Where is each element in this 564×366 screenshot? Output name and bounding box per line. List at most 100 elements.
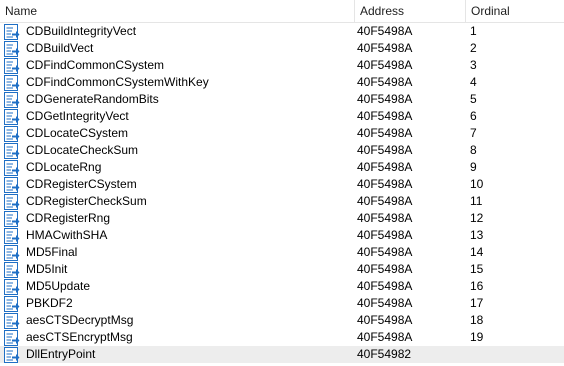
table-row[interactable]: CDRegisterCheckSum 40F5498A 11 xyxy=(0,193,564,210)
address-cell: 40F5498A xyxy=(357,160,413,174)
table-row[interactable]: CDLocateCheckSum 40F5498A 8 xyxy=(0,142,564,159)
function-name: CDBuildVect xyxy=(26,41,94,55)
export-function-icon xyxy=(4,74,20,91)
export-function-icon xyxy=(4,227,20,244)
table-row[interactable]: CDRegisterCSystem 40F5498A 10 xyxy=(0,176,564,193)
table-row[interactable]: aesCTSDecryptMsg 40F5498A 18 xyxy=(0,312,564,329)
name-cell: CDLocateCSystem xyxy=(0,125,355,142)
ordinal-cell: 4 xyxy=(470,75,477,89)
table-row[interactable]: CDRegisterRng 40F5498A 12 xyxy=(0,210,564,227)
name-cell: CDBuildVect xyxy=(0,40,355,57)
ordinal-cell xyxy=(466,346,564,363)
table-row[interactable]: HMACwithSHA 40F5498A 13 xyxy=(0,227,564,244)
export-function-icon xyxy=(4,210,20,227)
export-function-icon xyxy=(4,142,20,159)
address-cell: 40F5498A xyxy=(357,24,413,38)
name-cell: HMACwithSHA xyxy=(0,227,355,244)
name-cell: MD5Final xyxy=(0,244,355,261)
export-function-icon xyxy=(4,329,20,346)
ordinal-cell: 18 xyxy=(470,313,484,327)
ordinal-cell: 13 xyxy=(470,228,484,242)
name-cell: CDRegisterCheckSum xyxy=(0,193,355,210)
exports-list-view[interactable]: Name Address Ordinal CDBuildIntegrityVec… xyxy=(0,0,564,366)
address-cell: 40F5498A xyxy=(357,92,413,106)
address-cell: 40F5498A xyxy=(357,126,413,140)
table-row[interactable]: aesCTSEncryptMsg 40F5498A 19 xyxy=(0,329,564,346)
address-cell: 40F5498A xyxy=(357,194,413,208)
ordinal-cell: 19 xyxy=(470,330,484,344)
address-cell: 40F5498A xyxy=(357,228,413,242)
name-cell: CDRegisterRng xyxy=(0,210,355,227)
address-cell: 40F5498A xyxy=(357,296,413,310)
address-cell: 40F54982 xyxy=(357,347,412,361)
ordinal-cell: 8 xyxy=(470,143,477,157)
name-cell: aesCTSDecryptMsg xyxy=(0,312,355,329)
column-header: Name Address Ordinal xyxy=(0,0,564,23)
name-cell: CDFindCommonCSystemWithKey xyxy=(0,74,355,91)
address-cell: 40F5498A xyxy=(357,143,413,157)
name-cell: CDBuildIntegrityVect xyxy=(0,23,355,40)
table-row[interactable]: CDLocateCSystem 40F5498A 7 xyxy=(0,125,564,142)
name-cell: MD5Init xyxy=(0,261,355,278)
table-row[interactable]: DllEntryPoint 40F54982 xyxy=(0,346,564,363)
table-row[interactable]: MD5Final 40F5498A 14 xyxy=(0,244,564,261)
ordinal-cell: 1 xyxy=(470,24,477,38)
column-header-name[interactable]: Name xyxy=(0,0,355,22)
table-row[interactable]: CDGetIntegrityVect 40F5498A 6 xyxy=(0,108,564,125)
function-name: MD5Update xyxy=(26,279,91,293)
name-cell: CDRegisterCSystem xyxy=(0,176,355,193)
table-row[interactable]: MD5Update 40F5498A 16 xyxy=(0,278,564,295)
function-name: MD5Final xyxy=(26,245,78,259)
table-row[interactable]: CDFindCommonCSystem 40F5498A 3 xyxy=(0,57,564,74)
table-row[interactable]: CDLocateRng 40F5498A 9 xyxy=(0,159,564,176)
name-cell: DllEntryPoint xyxy=(0,346,355,363)
column-header-ordinal[interactable]: Ordinal xyxy=(466,0,564,22)
table-row[interactable]: PBKDF2 40F5498A 17 xyxy=(0,295,564,312)
name-cell: CDLocateCheckSum xyxy=(0,142,355,159)
export-function-icon xyxy=(4,295,20,312)
name-cell: aesCTSEncryptMsg xyxy=(0,329,355,346)
name-cell: CDGetIntegrityVect xyxy=(0,108,355,125)
export-function-icon xyxy=(4,159,20,176)
table-row[interactable]: CDBuildVect 40F5498A 2 xyxy=(0,40,564,57)
name-cell: CDGenerateRandomBits xyxy=(0,91,355,108)
function-name: CDLocateCSystem xyxy=(26,126,129,140)
function-name: CDRegisterCheckSum xyxy=(26,194,147,208)
function-name: CDGenerateRandomBits xyxy=(26,92,159,106)
function-name: PBKDF2 xyxy=(26,296,73,310)
name-cell: MD5Update xyxy=(0,278,355,295)
ordinal-cell: 3 xyxy=(470,58,477,72)
export-function-icon xyxy=(4,40,20,57)
function-name: aesCTSEncryptMsg xyxy=(26,330,133,344)
address-cell: 40F5498A xyxy=(357,279,413,293)
function-name: CDFindCommonCSystem xyxy=(26,58,165,72)
ordinal-cell: 14 xyxy=(470,245,484,259)
function-name: CDBuildIntegrityVect xyxy=(26,24,137,38)
function-name: CDGetIntegrityVect xyxy=(26,109,129,123)
ordinal-cell: 5 xyxy=(470,92,477,106)
ordinal-cell: 17 xyxy=(470,296,484,310)
table-row[interactable]: CDFindCommonCSystemWithKey 40F5498A 4 xyxy=(0,74,564,91)
ordinal-cell: 10 xyxy=(470,177,484,191)
table-row[interactable]: CDGenerateRandomBits 40F5498A 5 xyxy=(0,91,564,108)
function-name: aesCTSDecryptMsg xyxy=(26,313,134,327)
name-cell: PBKDF2 xyxy=(0,295,355,312)
address-cell: 40F5498A xyxy=(357,41,413,55)
address-cell: 40F5498A xyxy=(357,177,413,191)
function-name: DllEntryPoint xyxy=(26,347,96,361)
address-cell: 40F5498A xyxy=(357,313,413,327)
export-function-icon xyxy=(4,91,20,108)
ordinal-cell: 15 xyxy=(470,262,484,276)
ordinal-cell: 16 xyxy=(470,279,484,293)
export-function-icon xyxy=(4,261,20,278)
name-cell: CDLocateRng xyxy=(0,159,355,176)
table-row[interactable]: MD5Init 40F5498A 15 xyxy=(0,261,564,278)
ordinal-cell: 2 xyxy=(470,41,477,55)
function-name: HMACwithSHA xyxy=(26,228,108,242)
address-cell: 40F5498A xyxy=(357,262,413,276)
name-cell: CDFindCommonCSystem xyxy=(0,57,355,74)
export-function-icon xyxy=(4,312,20,329)
address-cell: 40F5498A xyxy=(357,330,413,344)
column-header-address[interactable]: Address xyxy=(355,0,466,22)
table-row[interactable]: CDBuildIntegrityVect 40F5498A 1 xyxy=(0,23,564,40)
